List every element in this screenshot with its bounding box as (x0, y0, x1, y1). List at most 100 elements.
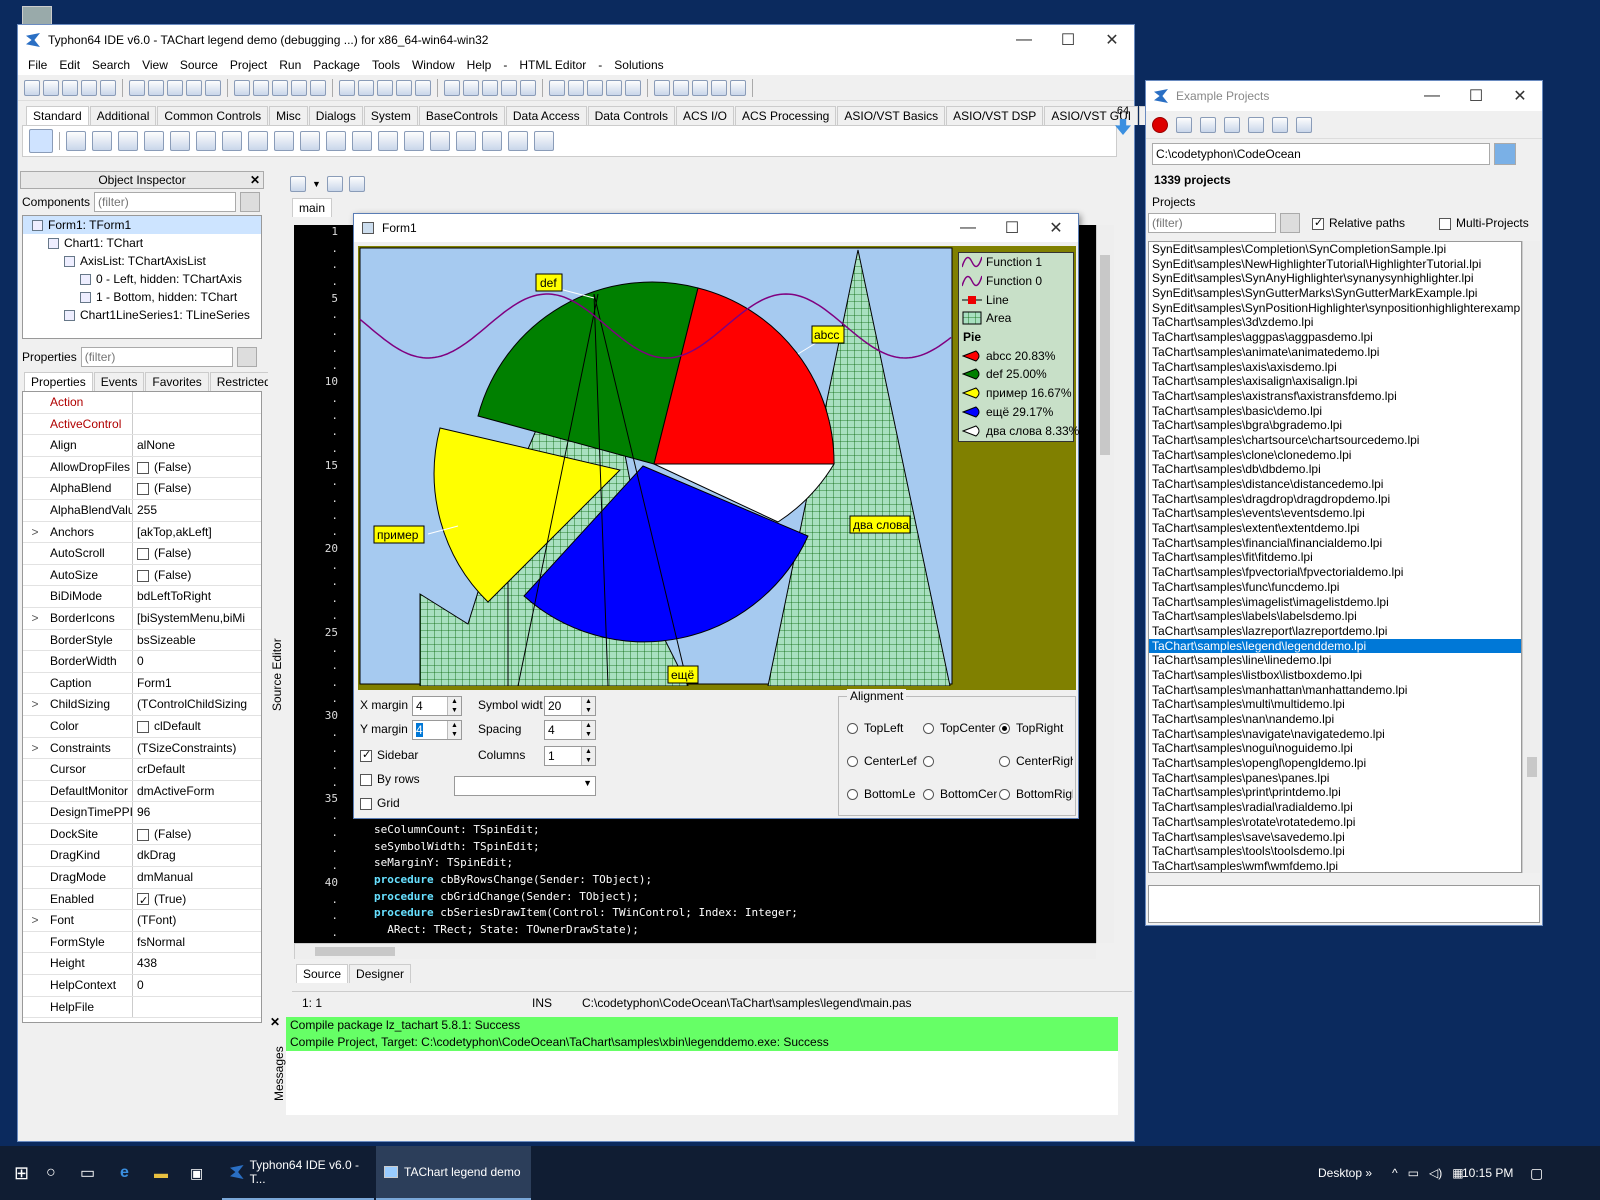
message-line[interactable]: Compile Project, Target: C:\codetyphon\C… (286, 1034, 1118, 1051)
property-value[interactable]: bdLeftToRight (133, 586, 261, 607)
property-row[interactable]: Color clDefault (23, 715, 261, 738)
radio-circle[interactable] (923, 789, 934, 801)
code-horizontal-scrollbar[interactable] (294, 943, 1096, 959)
project-list-item[interactable]: TaChart\samples\wmf\wmfdemo.lpi (1149, 859, 1521, 872)
property-value[interactable]: Form1 (133, 673, 261, 694)
toolbar-button-icon[interactable] (730, 79, 746, 96)
project-list-item[interactable]: TaChart\samples\extent\extentdemo.lpi (1149, 521, 1521, 536)
property-value[interactable]: crDefault (133, 759, 261, 780)
project-list-item[interactable]: TaChart\samples\listbox\listboxdemo.lpi (1149, 668, 1521, 683)
project-list-item[interactable]: TaChart\samples\chartsource\chartsourced… (1149, 433, 1521, 448)
search-icon[interactable]: ○ (46, 1146, 56, 1200)
property-row[interactable]: Align alNone (23, 435, 261, 457)
toolbar-button-icon[interactable] (186, 79, 202, 96)
property-row[interactable]: AllowDropFiles (False) (23, 456, 261, 479)
property-checkbox[interactable] (137, 828, 149, 841)
form1-titlebar[interactable]: Form1 — ☐ ✕ (354, 214, 1078, 242)
project-list-item[interactable]: TaChart\samples\axis\axisdemo.lpi (1149, 360, 1521, 375)
property-row[interactable]: DockSite (False) (23, 823, 261, 846)
property-value[interactable]: (True) (133, 889, 261, 909)
menu-item-1[interactable]: Edit (53, 58, 86, 72)
columns-spinedit[interactable]: 1 ▲ ▼ (544, 746, 596, 766)
volume-icon[interactable]: ◁) (1429, 1166, 1442, 1180)
toolbar-button-icon[interactable] (310, 79, 326, 96)
palette-component-icon[interactable] (352, 131, 372, 151)
property-value[interactable]: 96 (133, 802, 261, 823)
property-value[interactable]: clDefault (133, 716, 261, 737)
form1-close-icon[interactable]: ✕ (1034, 218, 1078, 238)
delete-icon[interactable] (1248, 116, 1264, 133)
stop-icon[interactable] (1152, 116, 1168, 133)
property-row[interactable]: > ChildSizing (TControlChildSizing (23, 694, 261, 716)
project-list-item[interactable]: TaChart\samples\events\eventsdemo.lpi (1149, 506, 1521, 521)
toolbar-button-icon[interactable] (549, 79, 565, 96)
toolbar-button-icon[interactable] (520, 79, 536, 96)
palette-component-icon[interactable] (118, 131, 138, 151)
property-row[interactable]: BorderWidth 0 (23, 651, 261, 673)
palette-component-icon[interactable] (430, 131, 450, 151)
project-list-item[interactable]: TaChart\samples\radial\radialdemo.lpi (1149, 800, 1521, 815)
toolbar-button-icon[interactable] (100, 79, 116, 96)
multi-projects-checkbox[interactable]: Multi-Projects (1439, 216, 1529, 230)
palette-tab[interactable]: ASIO/VST Basics (837, 106, 946, 125)
toolbar-button-icon[interactable] (692, 79, 708, 96)
alignment-radio[interactable]: BottomCent (923, 787, 997, 801)
palette-component-icon[interactable] (66, 131, 86, 151)
minimize-icon[interactable]: — (1002, 31, 1046, 49)
project-list-item[interactable]: TaChart\samples\axistransf\axistransfdem… (1149, 389, 1521, 404)
project-list-item[interactable]: TaChart\samples\bgra\bgrademo.lpi (1149, 418, 1521, 433)
property-value[interactable]: (False) (133, 565, 261, 586)
project-list-item[interactable]: TaChart\samples\financial\financialdemo.… (1149, 536, 1521, 551)
chart-plot[interactable]: def abcc пример два слова ещё (358, 246, 954, 686)
palette-tab[interactable]: ASIO/VST DSP (946, 106, 1044, 125)
palette-tab[interactable]: System (363, 106, 418, 125)
notifications-icon[interactable]: ▢ (1530, 1146, 1543, 1200)
menu-item-2[interactable]: Search (86, 58, 136, 72)
toolbar-button-icon[interactable] (654, 79, 670, 96)
menu-item-4[interactable]: Source (174, 58, 224, 72)
project-list-item[interactable]: TaChart\samples\tools\toolsdemo.lpi (1149, 844, 1521, 859)
project-list-item[interactable]: TaChart\samples\print\printdemo.lpi (1149, 785, 1521, 800)
editor-home-icon[interactable] (290, 176, 306, 192)
property-value[interactable]: [akTop,akLeft] (133, 522, 261, 543)
palette-tab[interactable]: Data Access (505, 106, 587, 125)
property-row[interactable]: DragMode dmManual (23, 867, 261, 889)
palette-component-icon[interactable] (378, 131, 398, 151)
project-list-item[interactable]: SynEdit\samples\Completion\SynCompletion… (1149, 242, 1521, 257)
path-input[interactable] (1152, 143, 1490, 165)
property-value[interactable]: fsNormal (133, 932, 261, 953)
x-margin-spinedit[interactable]: 4 ▲ ▼ (412, 696, 462, 716)
expand-icon[interactable]: > (23, 910, 47, 931)
properties-filter-input[interactable] (80, 347, 233, 367)
project-list-item[interactable]: TaChart\samples\basic\demo.lpi (1149, 404, 1521, 419)
menu-item-10[interactable]: Help (461, 58, 498, 72)
alignment-radio[interactable]: CenterLef (847, 754, 921, 768)
radio-circle[interactable] (847, 723, 858, 735)
property-row[interactable]: Caption Form1 (23, 672, 261, 695)
project-list-item[interactable]: TaChart\samples\animate\animatedemo.lpi (1149, 345, 1521, 360)
project-list-item[interactable]: TaChart\samples\db\dbdemo.lpi (1149, 462, 1521, 477)
property-row[interactable]: BorderStyle bsSizeable (23, 629, 261, 652)
relative-paths-checkbox[interactable]: Relative paths (1312, 216, 1405, 230)
code-vertical-scrollbar[interactable] (1096, 225, 1114, 943)
project-list-item[interactable]: TaChart\samples\labels\labelsdemo.lpi (1149, 609, 1521, 624)
property-row[interactable]: DragKind dkDrag (23, 845, 261, 868)
refresh-icon[interactable] (1176, 116, 1192, 133)
tree-node[interactable]: AxisList: TChartAxisList (23, 252, 261, 270)
radio-circle[interactable] (847, 756, 858, 768)
radio-circle[interactable] (999, 756, 1010, 768)
palette-component-icon[interactable] (274, 131, 294, 151)
project-list-item[interactable]: TaChart\samples\navigate\navigatedemo.lp… (1149, 727, 1521, 742)
palette-component-icon[interactable] (196, 131, 216, 151)
menu-item-12[interactable]: HTML Editor (513, 58, 592, 72)
toolbar-button-icon[interactable] (501, 79, 517, 96)
property-row[interactable]: ActiveControl (23, 413, 261, 436)
tree-node[interactable]: Chart1LineSeries1: TLineSeries (23, 306, 261, 324)
message-line[interactable]: Compile package lz_tachart 5.8.1: Succes… (286, 1017, 1118, 1034)
palette-component-icon[interactable] (144, 131, 164, 151)
taskbar-tachart-demo[interactable]: TAChart legend demo (376, 1146, 531, 1200)
property-row[interactable]: AlphaBlendValu 255 (23, 499, 261, 522)
close-messages-icon[interactable]: ✕ (270, 1015, 286, 1029)
file-explorer-icon[interactable]: ▬ (154, 1146, 168, 1200)
property-value[interactable]: 0 (133, 651, 261, 672)
